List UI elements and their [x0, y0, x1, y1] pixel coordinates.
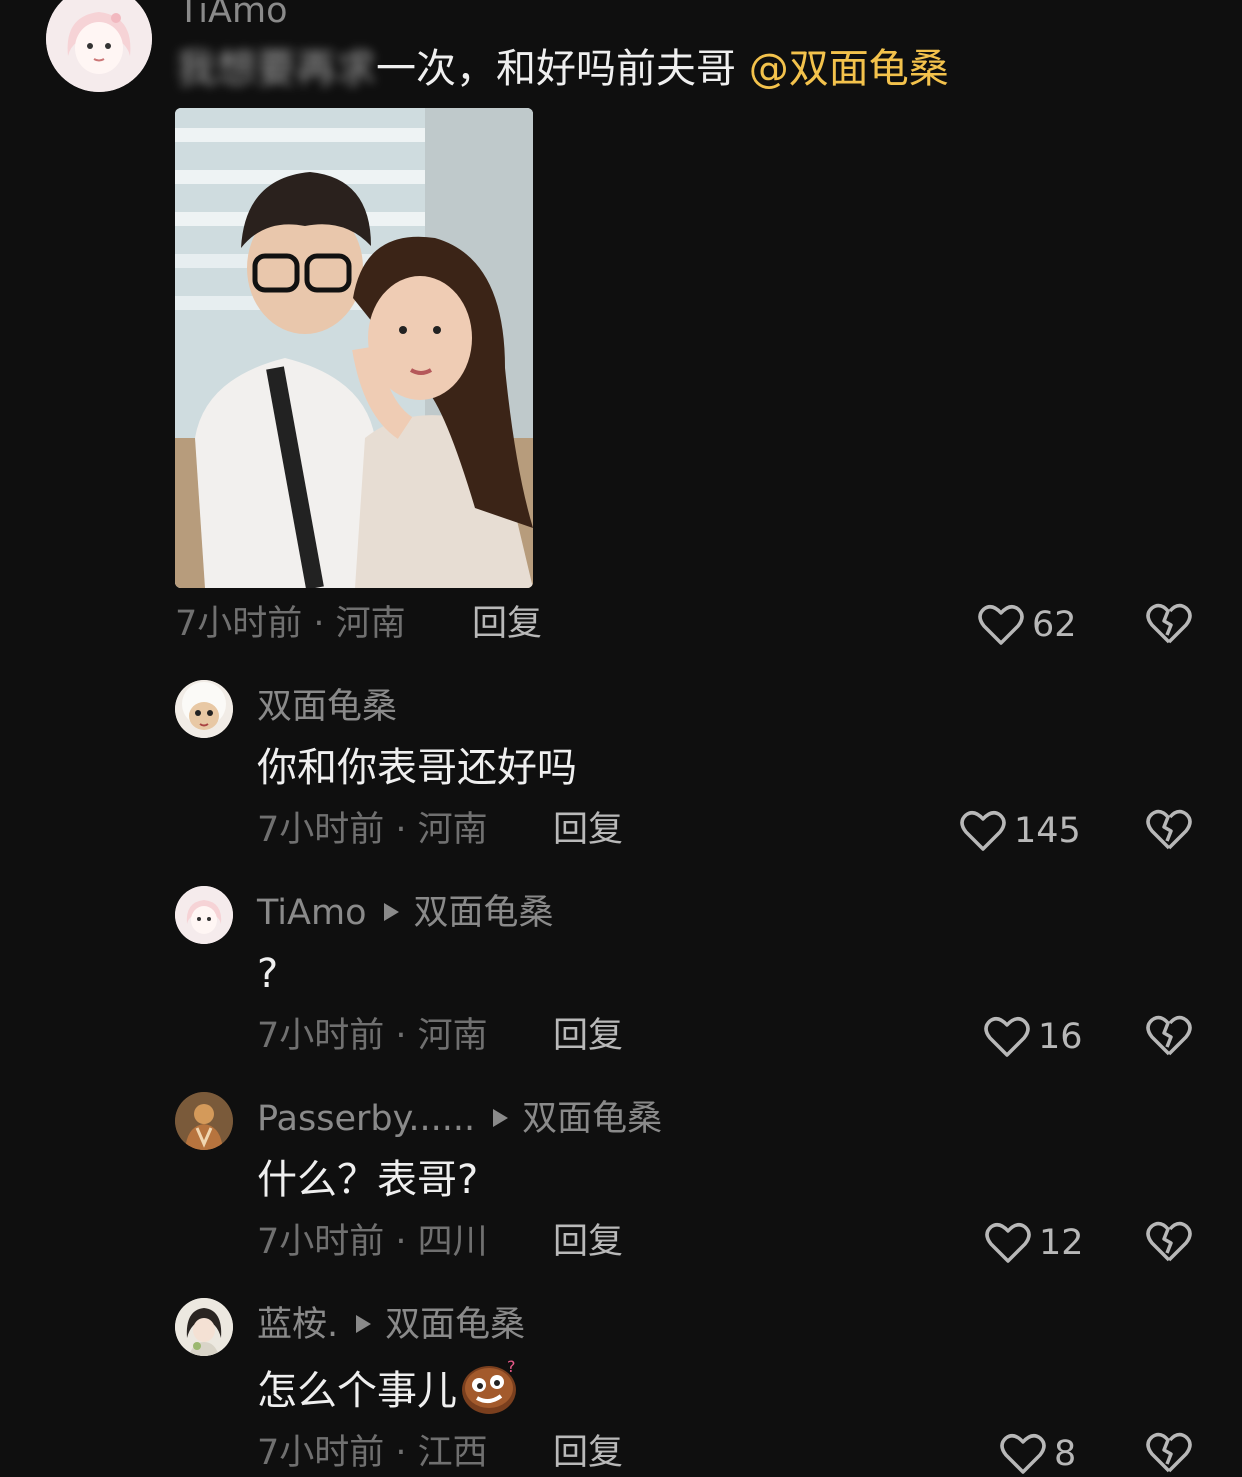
- like-button[interactable]: 145: [960, 808, 1081, 854]
- reply-username[interactable]: 蓝桉. 双面龟桑: [257, 1308, 525, 1343]
- reply-content: 你和你表哥还好吗: [257, 745, 577, 791]
- blurred-text: 我想要再求: [176, 46, 376, 92]
- reply-button[interactable]: 回复: [553, 813, 623, 848]
- reply-username[interactable]: Passerby...... 双面龟桑: [257, 1102, 662, 1137]
- reply-username[interactable]: 双面龟桑: [257, 690, 397, 725]
- broken-heart-icon[interactable]: [1146, 1221, 1192, 1263]
- like-button[interactable]: 12: [985, 1220, 1084, 1266]
- location-text: 河南: [335, 604, 406, 644]
- reply-button[interactable]: 回复: [553, 1019, 623, 1054]
- like-count: 62: [1032, 605, 1077, 645]
- broken-heart-icon[interactable]: [1146, 809, 1192, 851]
- reply-username[interactable]: TiAmo 双面龟桑: [257, 896, 554, 931]
- comment-meta: 7小时前 · 河南: [175, 607, 406, 642]
- like-count: 16: [1038, 1017, 1083, 1057]
- reply-button[interactable]: 回复: [553, 1436, 623, 1471]
- reply-to-username[interactable]: 双面龟桑: [522, 1099, 662, 1139]
- emoji-sticker-icon: ?: [462, 1358, 516, 1414]
- time-text: 7小时前: [175, 604, 303, 644]
- reply-meta: 7小时前 · 河南: [257, 813, 488, 848]
- reply-to-username[interactable]: 双面龟桑: [413, 893, 553, 933]
- svg-text:?: ?: [507, 1358, 516, 1376]
- comment-photo[interactable]: [175, 108, 533, 588]
- time-text: 7小时前: [257, 1222, 385, 1262]
- meta-separator: ·: [302, 604, 336, 644]
- heart-outline-icon: [984, 1017, 1030, 1057]
- time-text: 7小时前: [257, 810, 385, 850]
- play-arrow-icon: [493, 1109, 509, 1127]
- meta-separator: ·: [384, 1016, 418, 1056]
- reply-content: ?: [257, 951, 279, 997]
- location-text: 河南: [417, 810, 488, 850]
- heart-outline-icon: [960, 811, 1006, 851]
- comment-username[interactable]: TiAmo: [178, 0, 287, 29]
- like-count: 8: [1054, 1434, 1077, 1474]
- like-button[interactable]: 16: [984, 1014, 1083, 1060]
- heart-outline-icon: [978, 605, 1024, 645]
- reply-content: 怎么个事儿 ?: [257, 1358, 521, 1416]
- reply-button[interactable]: 回复: [553, 1225, 623, 1260]
- avatar[interactable]: [175, 886, 233, 944]
- like-count: 12: [1039, 1223, 1084, 1263]
- avatar[interactable]: [175, 1298, 233, 1356]
- reply-button[interactable]: 回复: [472, 607, 542, 642]
- location-text: 江西: [417, 1433, 488, 1473]
- reply-content: 什么？表哥?: [257, 1157, 479, 1203]
- mention-link[interactable]: @双面龟桑: [749, 46, 949, 92]
- broken-heart-icon[interactable]: [1146, 603, 1192, 645]
- reply-text: 怎么个事儿: [257, 1368, 457, 1414]
- heart-outline-icon: [985, 1223, 1031, 1263]
- username-text[interactable]: TiAmo: [178, 0, 287, 31]
- reply-meta: 7小时前 · 四川: [257, 1225, 488, 1260]
- play-arrow-icon: [356, 1315, 372, 1333]
- reply-meta: 7小时前 · 江西: [257, 1436, 488, 1471]
- comment-content: 我想要再求一次，和好吗前夫哥 @双面龟桑: [176, 49, 949, 89]
- time-text: 7小时前: [257, 1433, 385, 1473]
- time-text: 7小时前: [257, 1016, 385, 1056]
- username-text[interactable]: Passerby......: [257, 1099, 475, 1139]
- avatar[interactable]: [175, 680, 233, 738]
- comment-text: 一次，和好吗前夫哥: [376, 46, 736, 92]
- meta-separator: ·: [384, 1222, 418, 1262]
- reply-meta: 7小时前 · 河南: [257, 1019, 488, 1054]
- username-text[interactable]: 蓝桉.: [257, 1305, 338, 1345]
- like-button[interactable]: 8: [1000, 1431, 1076, 1477]
- avatar[interactable]: [46, 0, 152, 92]
- location-text: 四川: [417, 1222, 488, 1262]
- username-text[interactable]: 双面龟桑: [257, 687, 397, 727]
- reply-to-username[interactable]: 双面龟桑: [385, 1305, 525, 1345]
- like-button[interactable]: 62: [978, 602, 1077, 648]
- play-arrow-icon: [384, 903, 400, 921]
- location-text: 河南: [417, 1016, 488, 1056]
- username-text[interactable]: TiAmo: [257, 893, 366, 933]
- like-count: 145: [1014, 811, 1081, 851]
- heart-outline-icon: [1000, 1434, 1046, 1474]
- broken-heart-icon[interactable]: [1146, 1432, 1192, 1474]
- broken-heart-icon[interactable]: [1146, 1015, 1192, 1057]
- meta-separator: ·: [384, 810, 418, 850]
- meta-separator: ·: [384, 1433, 418, 1473]
- avatar[interactable]: [175, 1092, 233, 1150]
